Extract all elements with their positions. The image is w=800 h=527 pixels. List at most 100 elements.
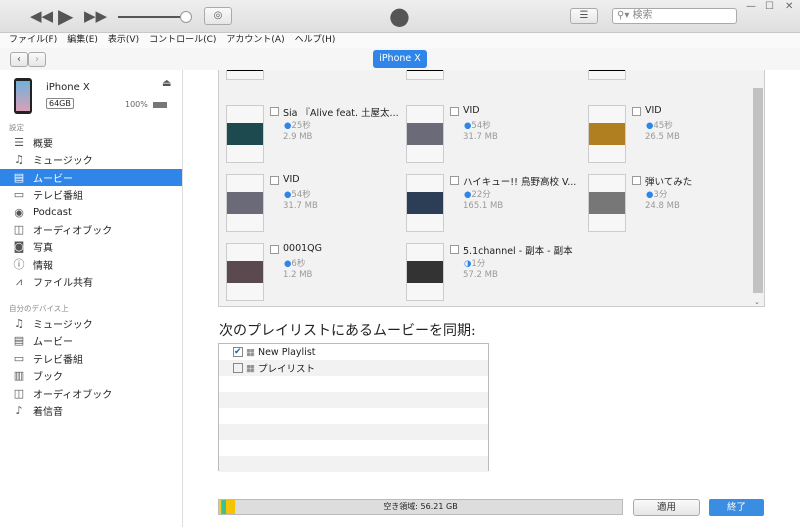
menu-controls[interactable]: コントロール(C) — [149, 33, 216, 48]
movie-title: VID — [283, 174, 300, 185]
fast-forward-icon[interactable]: ▶▶ — [84, 7, 107, 25]
movie-size: 26.5 MB — [645, 132, 680, 142]
sidebar-item[interactable]: ◫ オーディオブック — [0, 221, 182, 238]
sidebar-item-label: ムービー — [33, 337, 73, 349]
volume-knob[interactable] — [180, 11, 192, 23]
scrollbar[interactable]: ⌄ — [751, 70, 764, 306]
apple-logo-icon: ● — [389, 2, 410, 30]
sidebar-item[interactable]: ▭ テレビ番組 — [0, 350, 182, 367]
movie-grid: Sia 『Alive feat. 土屋太... ●25秒 2.9 MB VID … — [218, 70, 765, 307]
movie-item[interactable]: 0001QG ●6秒 1.2 MB — [226, 243, 406, 303]
music-note-icon: ♫ — [14, 317, 24, 330]
close-icon[interactable]: ✕ — [785, 1, 793, 12]
sidebar-item[interactable]: ☰ 概要 — [0, 134, 182, 151]
sidebar-item-label: 着信音 — [33, 407, 63, 418]
eject-icon[interactable]: ⏏ — [162, 78, 171, 89]
sidebar: iPhone X 64GB 100% ⏏ 設定 ☰ 概要 ♫ ミュージック ▤ ムービー ▭… — [0, 70, 183, 527]
sidebar-item[interactable]: ♫ ミュージック — [0, 315, 182, 332]
volume-slider[interactable] — [118, 16, 188, 18]
done-button[interactable]: 終了 — [709, 499, 764, 516]
rewind-icon[interactable]: ◀◀ — [30, 7, 53, 25]
sidebar-item-label: オーディオブック — [33, 389, 113, 401]
movie-duration: 25秒 — [291, 121, 311, 131]
scrollbar-thumb[interactable] — [753, 88, 763, 293]
sidebar-item[interactable]: ♪ 着信音 — [0, 402, 182, 419]
list-view-button[interactable]: ☰ — [570, 8, 598, 24]
sidebar-item-label: ムービー — [33, 173, 73, 185]
menu-view[interactable]: 表示(V) — [108, 33, 139, 48]
sidebar-item[interactable]: ⓘ 情報 — [0, 256, 182, 273]
movie-item[interactable]: VID ●54秒 31.7 MB — [406, 105, 586, 165]
movie-checkbox[interactable] — [450, 107, 459, 116]
movie-size: 31.7 MB — [283, 201, 318, 211]
menu-help[interactable]: ヘルプ(H) — [295, 33, 336, 48]
book-icon: ▥ — [13, 369, 25, 383]
back-button[interactable]: ‹ — [10, 52, 28, 67]
sidebar-item[interactable]: ⩘ ファイル共有 — [0, 273, 182, 290]
menu-account[interactable]: アカウント(A) — [226, 33, 284, 48]
sidebar-item[interactable]: ▥ ブック — [0, 367, 182, 384]
movie-title: 0001QG — [283, 243, 323, 254]
forward-button[interactable]: › — [28, 52, 46, 67]
empty-row — [219, 376, 488, 392]
nav-bar: ‹ › iPhone X — [0, 48, 800, 70]
scroll-down-icon[interactable]: ⌄ — [754, 298, 760, 306]
search-input[interactable]: ⚲▾ 検索 — [612, 8, 737, 24]
movie-size: 165.1 MB — [463, 201, 504, 211]
sidebar-item[interactable]: ▭ テレビ番組 — [0, 186, 182, 203]
info-icon: ⓘ — [13, 258, 25, 272]
list-icon: ☰ — [14, 136, 24, 149]
sidebar-item[interactable]: ◉ Podcast — [0, 204, 182, 221]
sidebar-item-label: ファイル共有 — [33, 278, 93, 290]
empty-row — [219, 456, 488, 472]
movie-size: 1.2 MB — [283, 270, 313, 280]
storage-bar: 空き領域: 56.21 GB — [218, 499, 623, 515]
music-note-icon: ♫ — [14, 153, 24, 167]
menu-edit[interactable]: 編集(E) — [67, 33, 98, 48]
movie-checkbox[interactable] — [270, 245, 279, 254]
movie-checkbox[interactable] — [632, 107, 641, 116]
movie-item[interactable]: VID ●45秒 26.5 MB — [588, 105, 764, 165]
audiobook-icon: ◫ — [13, 386, 25, 400]
movie-item[interactable]: VID ●54秒 31.7 MB — [226, 174, 406, 234]
movie-item[interactable]: ハイキュー!! 鳥野高校 V... ●22分 165.1 MB — [406, 174, 586, 234]
movie-checkbox[interactable] — [632, 176, 641, 185]
playlist-checkbox[interactable]: ✔ — [233, 347, 243, 357]
movie-item[interactable]: 5.1channel - 副本 - 副本 ◑1分 57.2 MB — [406, 243, 586, 303]
menu-bar: ファイル(F) 編集(E) 表示(V) コントロール(C) アカウント(A) ヘ… — [0, 33, 800, 48]
movie-thumbnail — [226, 174, 264, 232]
movie-item[interactable]: Sia 『Alive feat. 土屋太... ●25秒 2.9 MB — [226, 105, 406, 165]
sidebar-item[interactable]: ♫ ミュージック — [0, 151, 182, 168]
apply-button[interactable]: 適用 — [633, 499, 700, 516]
menu-file[interactable]: ファイル(F) — [9, 33, 57, 48]
airplay-button[interactable]: ◎ — [204, 7, 232, 25]
sidebar-item[interactable]: ▤ ムービー — [0, 168, 182, 186]
movie-thumbnail — [226, 105, 264, 163]
playlist-row[interactable]: ▦ プレイリスト — [219, 360, 488, 376]
playlist-checkbox[interactable] — [233, 363, 243, 373]
movie-thumbnail — [406, 174, 444, 232]
movie-checkbox[interactable] — [270, 107, 279, 116]
empty-row — [219, 408, 488, 424]
sidebar-item[interactable]: ▤ ムービー — [0, 332, 182, 349]
minimize-icon[interactable]: — — [746, 1, 756, 12]
apps-icon: ⩘ — [15, 274, 23, 288]
movie-checkbox[interactable] — [450, 245, 459, 254]
movie-item[interactable]: 弾いてみた ●3分 24.8 MB — [588, 174, 764, 234]
play-icon[interactable]: ▶ — [58, 4, 73, 28]
movie-title: 5.1channel - 副本 - 副本 — [463, 246, 573, 257]
maximize-icon[interactable]: ☐ — [765, 1, 774, 12]
sidebar-item[interactable]: ◙ 写真 — [0, 238, 182, 255]
playlist-row[interactable]: ✔ ▦ New Playlist — [219, 344, 488, 360]
playlist-label: New Playlist — [257, 346, 316, 358]
device-button[interactable]: iPhone X — [373, 50, 427, 68]
audiobook-icon: ◫ — [13, 223, 25, 236]
movie-checkbox[interactable] — [450, 176, 459, 185]
on-device-header: 自分のデバイス上 — [9, 304, 69, 313]
sidebar-item[interactable]: ◫ オーディオブック — [0, 385, 182, 402]
movie-size: 24.8 MB — [645, 201, 680, 211]
movie-title: 弾いてみた — [645, 177, 693, 188]
playlist-label: プレイリスト — [257, 364, 315, 375]
movie-thumbnail — [226, 243, 264, 301]
movie-checkbox[interactable] — [270, 176, 279, 185]
